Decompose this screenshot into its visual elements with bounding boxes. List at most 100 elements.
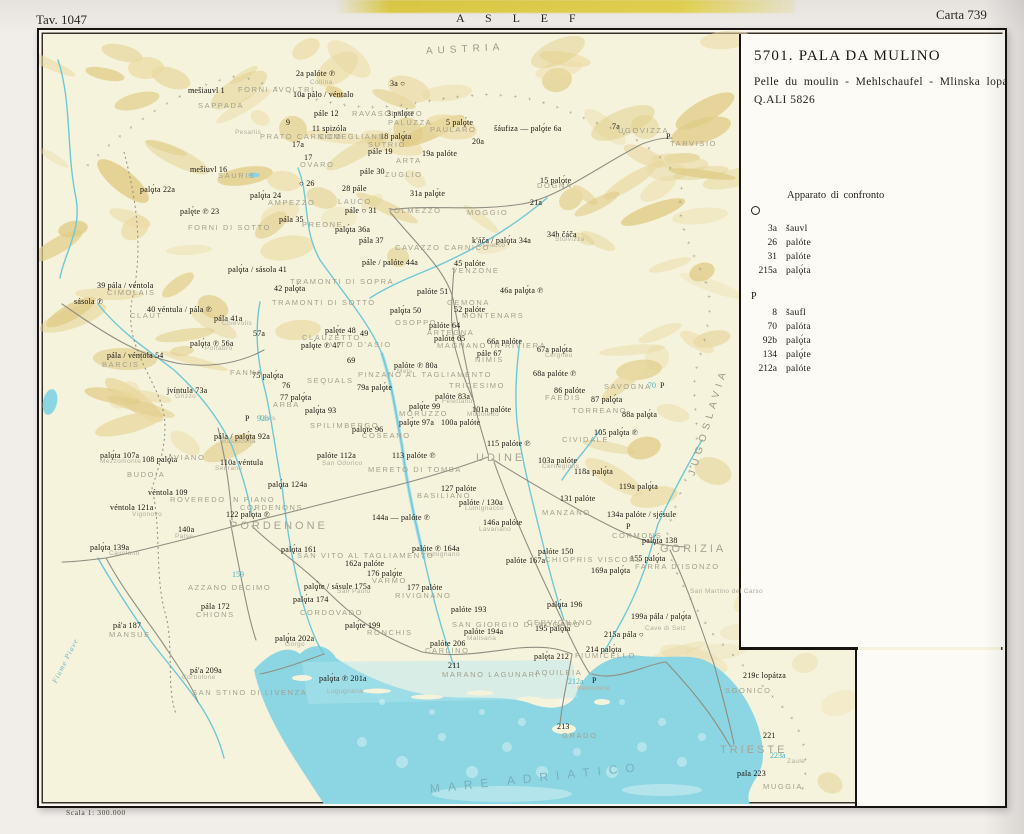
hamlet-label: Flumignano [422, 551, 460, 558]
map-point-label: palǫ́ta 93 [305, 406, 337, 415]
hamlet-label: San Odorico [322, 460, 363, 467]
hamlet-label: Pesariis [235, 129, 262, 136]
town-label: COSEANO [362, 431, 411, 440]
map-point-label: 113 palóte ℗ [392, 451, 436, 460]
town-label: CLAUT [130, 311, 163, 320]
region-label: AUSTRIA [425, 41, 505, 57]
town-label: MOGGIO [467, 208, 509, 217]
hamlet-label: Collina [310, 79, 333, 86]
town-label: CAVAZZO CARNICO [395, 243, 490, 252]
town-label: TOLMEZZO [388, 206, 442, 215]
map-point-label: 46a palǫ́ta ℗ [500, 286, 544, 295]
plate-number: Tav. 1047 [36, 12, 87, 27]
town-label: MONTENARS [462, 311, 525, 320]
map-point-label: P [626, 522, 631, 531]
town-label: TRAMONTI DI SOTTO [272, 298, 376, 307]
map-point-label: 144a — palóte ℗ [372, 513, 431, 522]
hamlet-label: Chievolis [222, 320, 252, 327]
town-label: CIVIDALE [562, 435, 609, 444]
map-point-label: P [592, 676, 597, 685]
town-label: BUDOIA [127, 470, 166, 479]
town-label: CORDOVADO [300, 608, 364, 617]
town-label: MANSUE [109, 630, 151, 639]
town-label: PREONE [302, 220, 344, 229]
town-label: SGONICO [725, 686, 772, 695]
map-point-label: mešiauvl 1 [188, 86, 225, 95]
town-label: SAPPADA [198, 101, 245, 110]
map-point-label: palóte 112a [317, 451, 357, 460]
map-point-label: 31a palǫ́te [410, 189, 446, 198]
map-point-label: 118a palǫ́ta [574, 467, 614, 476]
hamlet-label: Stolvizza [555, 236, 585, 243]
map-point-label: 57a [253, 329, 266, 338]
map-point-label: 169a palǫ́ta [591, 566, 631, 575]
town-label: FIUMICELLO [575, 651, 637, 660]
map-point-label: 20a [472, 137, 485, 146]
map-point-label: pála 35 [279, 215, 304, 224]
town-label: GORIZIA [660, 543, 727, 555]
map-point-label: palǫ́ta / sásola 41 [228, 265, 287, 274]
town-label: CHIOPRIS VISCONE [545, 555, 643, 564]
town-label: MANZANO [542, 508, 591, 517]
town-label: ZUGLIO [385, 170, 423, 179]
hamlet-label: Lugugnana [327, 688, 364, 695]
town-label: PINZANO AL TAGLIAMENTO [358, 370, 493, 379]
map-point-label: 19a palóte [422, 149, 458, 158]
town-label: UGOVIZZA [618, 126, 670, 135]
town-label: LAUCO [338, 197, 372, 206]
town-label: SAN STINO DI LIVENZA [192, 688, 308, 697]
map-point-label: palǫ́te 97a [399, 418, 435, 427]
town-label: GEMONA [447, 298, 490, 307]
town-label: SAURIS [218, 171, 256, 180]
map-sheet: + + + + + + + + + + + + + + + + + + + + … [37, 28, 1007, 808]
town-label: SAVOGNA [604, 382, 652, 391]
hamlet-label: San Paolo [337, 588, 371, 595]
town-label: MUGGIA [763, 782, 804, 791]
town-label: BASILIANO [417, 491, 471, 500]
hamlet-label: Cergneu [545, 352, 573, 359]
town-label: TRIESTE [720, 744, 788, 756]
map-point-label: 221 [763, 731, 776, 740]
town-label: SEQUALS [307, 376, 354, 385]
town-label: GRADO [562, 731, 598, 740]
map-point-label: 76 [282, 381, 291, 390]
town-label: SUTRIO [368, 140, 406, 149]
region-label: MARE ADRIATICO [429, 759, 644, 796]
map-point-label: P [245, 414, 250, 423]
map-point-label: pále 12 [314, 109, 339, 118]
town-label: AQUILEIA [535, 668, 583, 677]
town-label: AMPEZZO [268, 198, 316, 207]
map-point-label: 199a pála / palǫ́ta [631, 612, 692, 621]
town-label: MORUZZO [399, 409, 449, 418]
town-label: PALUZZA [388, 118, 433, 127]
town-label: VARMO [372, 576, 407, 585]
town-label: MARANO LAGUNARI [442, 670, 540, 679]
town-label: OVARO [300, 160, 335, 169]
town-label: RIVIGNANO [395, 591, 452, 600]
map-label-layer: AUSTRIA JUGOSLAVIA MARE ADRIATICO Fiume Pia… [39, 30, 1005, 806]
map-point-label: 2a palóte ℗ [296, 69, 336, 78]
town-label: OSOPPO [395, 318, 438, 327]
hamlet-label: Gorgo [285, 641, 306, 648]
town-label: TARVISIO [670, 139, 718, 148]
map-point-label: 28 pále [342, 184, 367, 193]
map-point-label: pala 223 [737, 769, 766, 778]
town-label: CARLINO [425, 646, 470, 655]
map-point-label: palóte 51 [417, 287, 449, 296]
town-label: CORMONS [612, 531, 663, 540]
town-label: DOGNA [537, 181, 573, 190]
hamlet-label: Mels [397, 368, 413, 375]
map-point-label: pále / palóte 44a [362, 258, 419, 267]
town-label: CERVIGNANO [527, 618, 594, 627]
map-point-label: 115 palóte ℗ [487, 439, 531, 448]
hamlet-label: Tesis [259, 415, 276, 422]
town-label: ARTA [396, 156, 422, 165]
hamlet-label: Mezzomonte [100, 458, 142, 465]
map-point-label: palǫ́ta 196 [547, 600, 583, 609]
map-point-label: 213 [557, 722, 570, 731]
town-label: PORDENONE [230, 520, 328, 532]
hamlet-label: Basaldella [222, 438, 256, 445]
map-point-label: palóte 167a [506, 556, 546, 565]
map-point-label: palóte 193 [451, 605, 487, 614]
town-label: MAGNANO IN RIVIERA [437, 341, 547, 350]
